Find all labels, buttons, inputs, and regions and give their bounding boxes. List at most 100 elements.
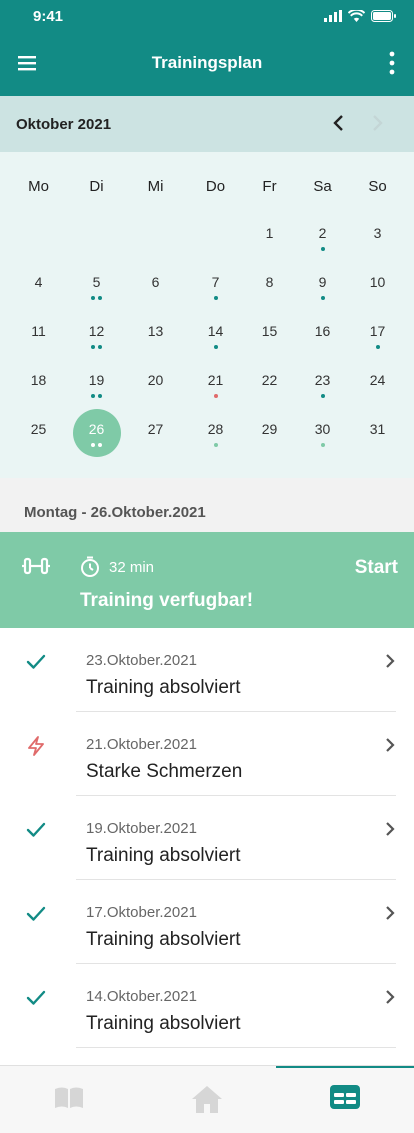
tab-library[interactable] xyxy=(0,1066,138,1133)
calendar-day[interactable]: 6 xyxy=(126,262,185,310)
weekday-label: Mi xyxy=(147,178,164,195)
day-markers xyxy=(240,296,299,300)
calendar-day-number: 25 xyxy=(30,421,47,437)
day-marker-dot xyxy=(98,296,102,300)
calendar-day[interactable]: 20 xyxy=(126,360,185,408)
day-markers xyxy=(9,296,68,300)
day-markers xyxy=(240,443,299,447)
day-markers xyxy=(240,247,299,251)
calendar-day[interactable]: 12 xyxy=(67,311,126,359)
calendar-day[interactable]: 2 xyxy=(293,213,352,261)
selected-date-label: Montag - 26.Oktober.2021 xyxy=(24,504,206,521)
chevron-right-icon xyxy=(386,822,395,836)
calendar-day[interactable]: 4 xyxy=(9,262,68,310)
calendar-day-number: 21 xyxy=(207,372,224,388)
weekday-label: So xyxy=(368,178,387,195)
history-date: 21.Oktober.2021 xyxy=(86,736,197,753)
calendar-day[interactable]: 5 xyxy=(67,262,126,310)
timer-icon xyxy=(81,556,99,577)
calendar-day[interactable]: 15 xyxy=(240,311,299,359)
day-markers xyxy=(293,345,352,349)
calendar-day[interactable]: 18 xyxy=(9,360,68,408)
history-description: Training absolviert xyxy=(86,1013,241,1034)
calendar-day-number: 4 xyxy=(34,274,43,290)
day-markers xyxy=(9,345,68,349)
training-card[interactable]: 32 min Training verfugbar! Start xyxy=(0,532,414,628)
calendar-day-number: 1 xyxy=(265,225,274,241)
history-item[interactable]: 21.Oktober.2021 Starke Schmerzen xyxy=(0,712,414,796)
plan-icon xyxy=(330,1085,360,1109)
day-marker-dot xyxy=(320,247,325,251)
history-item[interactable]: 19.Oktober.2021 Training absolviert xyxy=(0,796,414,880)
calendar-day-number: 15 xyxy=(261,323,278,339)
calendar-day[interactable]: 7 xyxy=(186,262,245,310)
history-date: 14.Oktober.2021 xyxy=(86,988,197,1005)
day-marker-dot xyxy=(375,345,380,349)
calendar-day[interactable]: 24 xyxy=(348,360,407,408)
calendar-day-number: 13 xyxy=(147,323,164,339)
calendar-day[interactable]: 31 xyxy=(348,409,407,457)
calendar-day[interactable]: 30 xyxy=(293,409,352,457)
calendar-day[interactable]: 1 xyxy=(240,213,299,261)
check-icon xyxy=(26,654,46,669)
start-button[interactable]: Start xyxy=(355,557,398,579)
day-marker-dot xyxy=(91,296,95,300)
calendar-day[interactable]: 9 xyxy=(293,262,352,310)
history-description: Training absolviert xyxy=(86,677,241,698)
calendar-day[interactable]: 16 xyxy=(293,311,352,359)
calendar-day[interactable]: 21 xyxy=(186,360,245,408)
calendar-day[interactable]: 19 xyxy=(67,360,126,408)
chevron-right-icon[interactable] xyxy=(368,113,386,133)
month-label: Oktober 2021 xyxy=(16,116,112,133)
day-markers xyxy=(240,345,299,349)
calendar-day-number: 9 xyxy=(318,274,327,290)
day-markers xyxy=(293,394,352,398)
chevron-left-icon[interactable] xyxy=(330,113,348,133)
day-marker-dot xyxy=(91,443,95,447)
calendar-day-selected[interactable]: 26 xyxy=(67,409,126,457)
check-icon xyxy=(26,990,46,1005)
day-markers xyxy=(348,296,407,300)
calendar-day[interactable]: 25 xyxy=(9,409,68,457)
history-description: Starke Schmerzen xyxy=(86,761,243,782)
calendar-day-number: 29 xyxy=(261,421,278,437)
calendar-day[interactable]: 11 xyxy=(9,311,68,359)
tab-plan[interactable] xyxy=(276,1066,414,1133)
calendar-day[interactable]: 10 xyxy=(348,262,407,310)
training-duration: 32 min xyxy=(109,559,155,576)
weekday-label: Di xyxy=(89,178,104,195)
calendar-day-number: 14 xyxy=(207,323,224,339)
day-markers xyxy=(67,296,126,300)
calendar-day[interactable]: 8 xyxy=(240,262,299,310)
calendar-day[interactable]: 3 xyxy=(348,213,407,261)
tab-home[interactable] xyxy=(138,1066,276,1133)
weekday-label: Sa xyxy=(313,178,332,195)
calendar-day[interactable]: 17 xyxy=(348,311,407,359)
calendar-day-number: 17 xyxy=(369,323,386,339)
history-item[interactable]: 14.Oktober.2021 Training absolviert xyxy=(0,964,414,1048)
day-marker-dot xyxy=(213,296,218,300)
day-marker-dot xyxy=(213,345,218,349)
training-status: Training verfugbar! xyxy=(80,590,254,611)
day-marker-dot xyxy=(320,394,325,398)
divider xyxy=(76,1047,396,1048)
history-item[interactable]: 17.Oktober.2021 Training absolviert xyxy=(0,880,414,964)
calendar-day[interactable]: 28 xyxy=(186,409,245,457)
calendar-day[interactable]: 27 xyxy=(126,409,185,457)
calendar-day-number: 2 xyxy=(318,225,327,241)
calendar-day[interactable]: 14 xyxy=(186,311,245,359)
more-vertical-icon[interactable] xyxy=(388,50,396,76)
day-marker-dot xyxy=(98,394,102,398)
day-markers xyxy=(67,394,126,398)
calendar-day-number: 5 xyxy=(92,274,101,290)
day-markers xyxy=(186,443,245,447)
calendar-day-number: 19 xyxy=(88,372,105,388)
calendar-day[interactable]: 29 xyxy=(240,409,299,457)
history-date: 17.Oktober.2021 xyxy=(86,904,197,921)
calendar-day[interactable]: 23 xyxy=(293,360,352,408)
home-icon xyxy=(192,1086,222,1113)
history-item[interactable]: 23.Oktober.2021 Training absolviert xyxy=(0,628,414,712)
calendar-day[interactable]: 13 xyxy=(126,311,185,359)
battery-icon xyxy=(371,10,396,22)
calendar-day[interactable]: 22 xyxy=(240,360,299,408)
